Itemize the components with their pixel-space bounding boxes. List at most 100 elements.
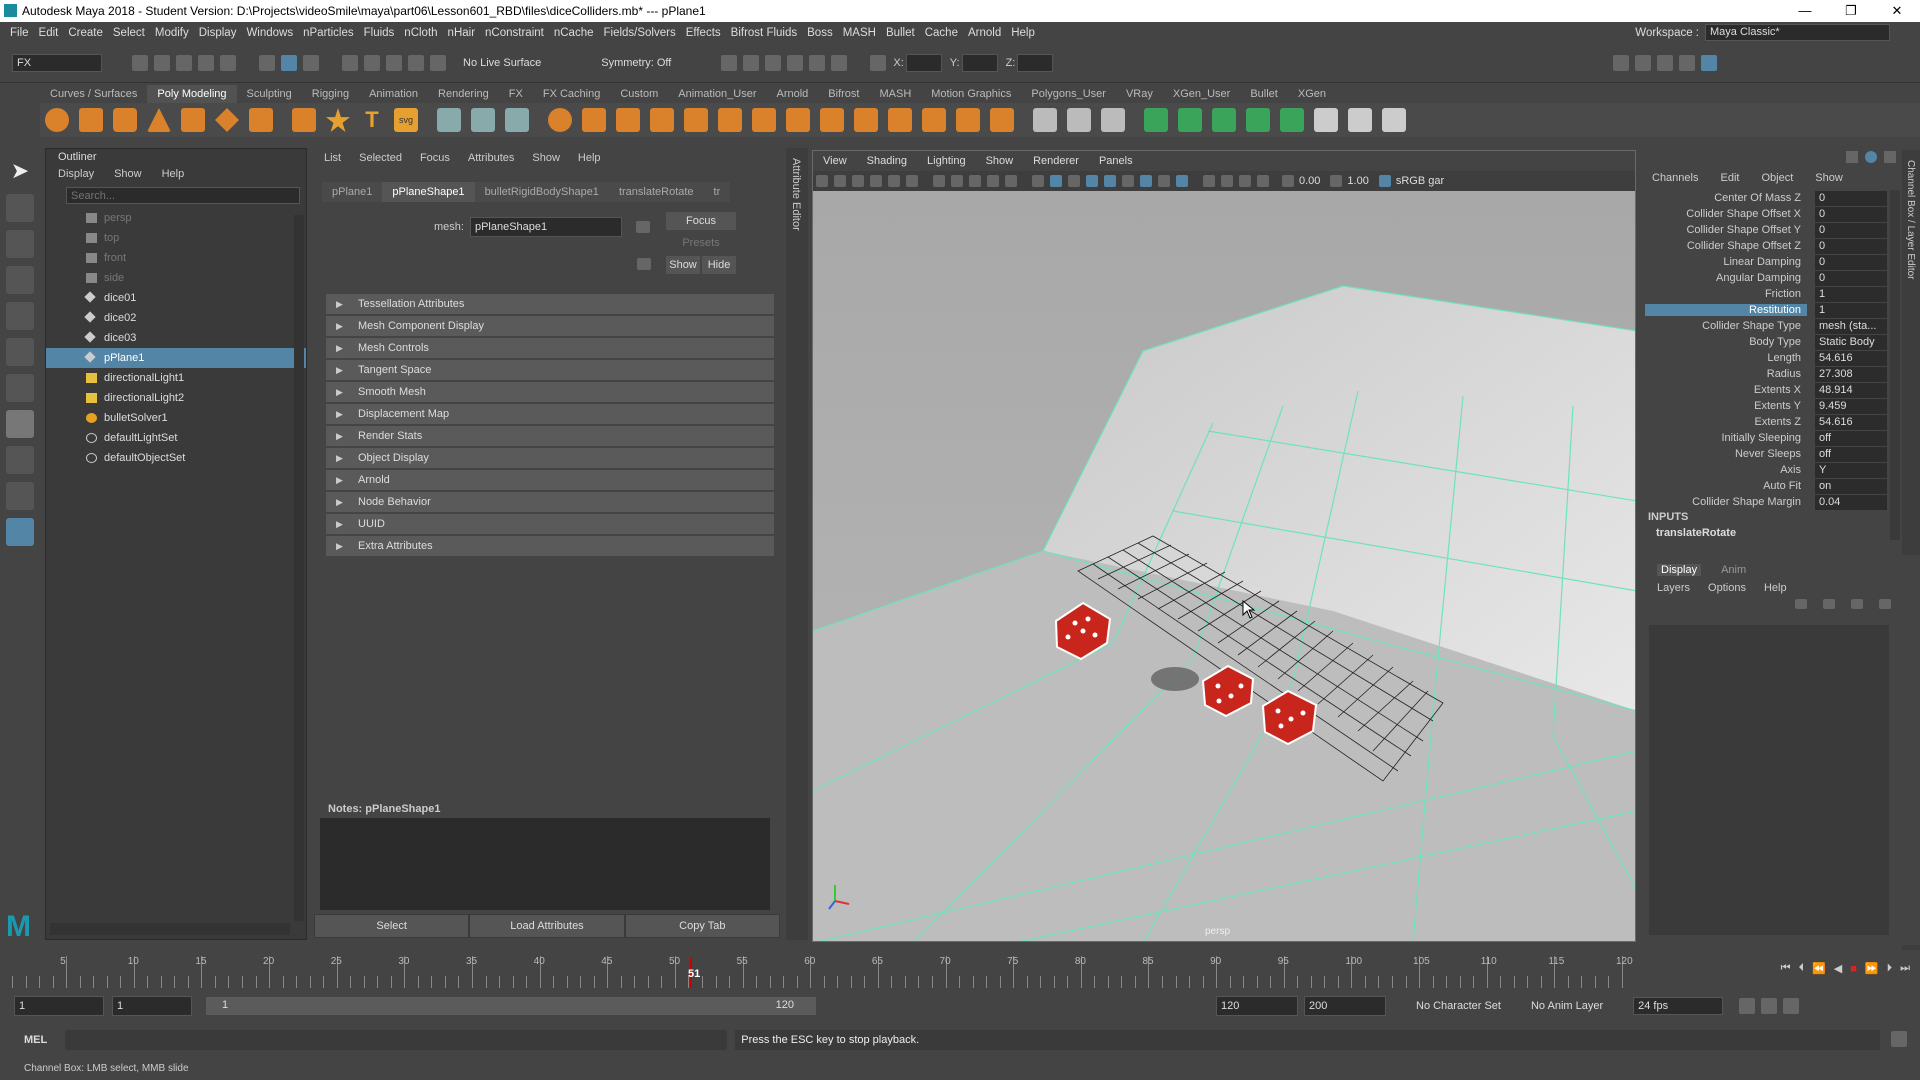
vp-menu-shading[interactable]: Shading (857, 151, 917, 171)
copy-tab-button[interactable]: Copy Tab (624, 914, 780, 938)
channel-value[interactable]: 9.459 (1815, 398, 1887, 414)
channel-name[interactable]: Extents Y (1645, 400, 1807, 412)
channel-value[interactable]: Static Body (1815, 334, 1887, 350)
outliner-layout-icon[interactable] (6, 518, 34, 546)
hide-button[interactable]: Hide (702, 256, 736, 274)
hypershade-icon[interactable] (809, 54, 826, 71)
step-forward-frame-icon[interactable]: ⏩ (1865, 962, 1879, 975)
menu-nparticles[interactable]: nParticles (303, 27, 354, 39)
gamma-field[interactable]: 1.00 (1347, 175, 1368, 187)
ae-section-extra-attributes[interactable]: Extra Attributes (326, 536, 774, 556)
backface-culling-icon[interactable] (1257, 175, 1269, 187)
snap-grid-icon[interactable] (342, 54, 358, 71)
select-object-icon[interactable] (281, 54, 297, 71)
channel-name[interactable]: Angular Damping (1645, 272, 1807, 284)
cb-menu-object[interactable]: Object (1761, 172, 1793, 184)
poly-disc-icon[interactable] (249, 108, 273, 132)
channel-row-initially-sleeping[interactable]: Initially Sleeping off (1645, 430, 1920, 446)
outliner-item-top[interactable]: top (46, 228, 306, 248)
antialiasing-icon[interactable] (1176, 175, 1188, 187)
tool-settings-icon[interactable] (1679, 54, 1696, 71)
channel-row-radius[interactable]: Radius 27.308 (1645, 366, 1920, 382)
lasso-tool-icon[interactable] (6, 194, 34, 222)
menu-select[interactable]: Select (113, 27, 145, 39)
shelf-tab-motion-graphics[interactable]: Motion Graphics (921, 85, 1021, 103)
channel-row-extents-z[interactable]: Extents Z 54.616 (1645, 414, 1920, 430)
insert-edge-loop-icon[interactable] (1067, 108, 1091, 132)
layer-menu-help[interactable]: Help (1764, 582, 1787, 594)
presets-button[interactable]: Presets (666, 234, 736, 252)
menu-edit[interactable]: Edit (39, 27, 59, 39)
play-backwards-icon[interactable]: ◀ (1834, 962, 1842, 975)
outliner-item-pplane1[interactable]: pPlane1 (46, 348, 306, 368)
channel-value[interactable]: off (1815, 446, 1887, 462)
z-field[interactable] (1017, 53, 1054, 72)
ae-select-button[interactable]: Select (314, 914, 470, 938)
playback-end-field[interactable]: 120 (1216, 996, 1298, 1016)
offset-edge-loop-icon[interactable] (1101, 108, 1125, 132)
layer-tab-anim[interactable]: Anim (1721, 564, 1746, 576)
ae-menu-focus[interactable]: Focus (420, 152, 450, 164)
vp-menu-panels[interactable]: Panels (1089, 151, 1143, 171)
vp-menu-view[interactable]: View (813, 151, 857, 171)
sphere-mapping-icon[interactable] (437, 108, 461, 132)
ae-section-node-behavior[interactable]: Node Behavior (326, 492, 774, 512)
paint-select-tool-icon[interactable] (6, 230, 34, 258)
colorspace-dropdown[interactable]: sRGB gar (1396, 175, 1444, 187)
menuset-dropdown[interactable]: FX (12, 53, 102, 72)
menu-display[interactable]: Display (199, 27, 237, 39)
channel-box-toggle-icon[interactable] (1701, 54, 1718, 71)
auto-map-icon[interactable] (1280, 108, 1304, 132)
layer-menu-layers[interactable]: Layers (1657, 582, 1690, 594)
cut-uv-icon[interactable] (1348, 108, 1372, 132)
ae-menu-help[interactable]: Help (578, 152, 601, 164)
workspace-dropdown[interactable]: Maya Classic* (1705, 24, 1890, 41)
outliner-item-defaultobjectset[interactable]: defaultObjectSet (46, 448, 306, 468)
extrude-icon[interactable] (956, 108, 980, 132)
shelf-tab-poly-modeling[interactable]: Poly Modeling (147, 85, 237, 103)
outliner-menu-help[interactable]: Help (162, 168, 185, 180)
channel-row-axis[interactable]: Axis Y (1645, 462, 1920, 478)
wire-on-shaded-icon[interactable] (1068, 175, 1080, 187)
channel-value[interactable]: 0 (1815, 206, 1887, 222)
append-icon[interactable] (990, 108, 1014, 132)
ipr-render-icon[interactable] (765, 54, 782, 71)
channel-name[interactable]: Length (1645, 352, 1807, 364)
range-slider-bar[interactable]: 1 120 (206, 997, 816, 1015)
cb-menu-channels[interactable]: Channels (1652, 172, 1698, 184)
image-plane-icon[interactable] (870, 175, 882, 187)
bookmark-icon[interactable] (852, 175, 864, 187)
channel-name[interactable]: Axis (1645, 464, 1807, 476)
move-tool-icon[interactable] (6, 266, 34, 294)
channel-row-friction[interactable]: Friction 1 (1645, 286, 1920, 302)
channel-row-collider-shape-type[interactable]: Collider Shape Type mesh (sta... (1645, 318, 1920, 334)
channel-name[interactable]: Extents Z (1645, 416, 1807, 428)
shelf-tab-mash[interactable]: MASH (869, 85, 921, 103)
menu-boss[interactable]: Boss (807, 27, 833, 39)
outliner-item-front[interactable]: front (46, 248, 306, 268)
channel-row-body-type[interactable]: Body Type Static Body (1645, 334, 1920, 350)
step-forward-key-icon[interactable]: ⏵ (1887, 962, 1893, 975)
menu-ncloth[interactable]: nCloth (404, 27, 437, 39)
gate-mask-icon[interactable] (969, 175, 981, 187)
outliner-item-bulletsolver1[interactable]: bulletSolver1 (46, 408, 306, 428)
shelf-tab-fx[interactable]: FX (499, 85, 533, 103)
poly-cone-icon[interactable] (147, 108, 171, 132)
poly-torus-icon[interactable] (181, 108, 205, 132)
channel-value[interactable]: 0 (1815, 238, 1887, 254)
channel-name[interactable]: Initially Sleeping (1645, 432, 1807, 444)
motion-blur-icon[interactable] (1158, 175, 1170, 187)
svg-tool-icon[interactable]: svg (394, 108, 418, 132)
new-layer-icon[interactable] (1851, 599, 1863, 609)
shelf-tab-bullet[interactable]: Bullet (1240, 85, 1288, 103)
ae-section-tangent-space[interactable]: Tangent Space (326, 360, 774, 380)
channel-value[interactable]: 0 (1815, 222, 1887, 238)
move-layer-down-icon[interactable] (1823, 599, 1835, 609)
bridge-icon[interactable] (922, 108, 946, 132)
script-editor-icon[interactable] (1891, 1031, 1907, 1047)
ae-section-displacement-map[interactable]: Displacement Map (326, 404, 774, 424)
ae-menu-list[interactable]: List (324, 152, 341, 164)
channel-value[interactable]: off (1815, 430, 1887, 446)
select-hierarchy-icon[interactable] (259, 54, 275, 71)
bevel-icon[interactable] (888, 108, 912, 132)
